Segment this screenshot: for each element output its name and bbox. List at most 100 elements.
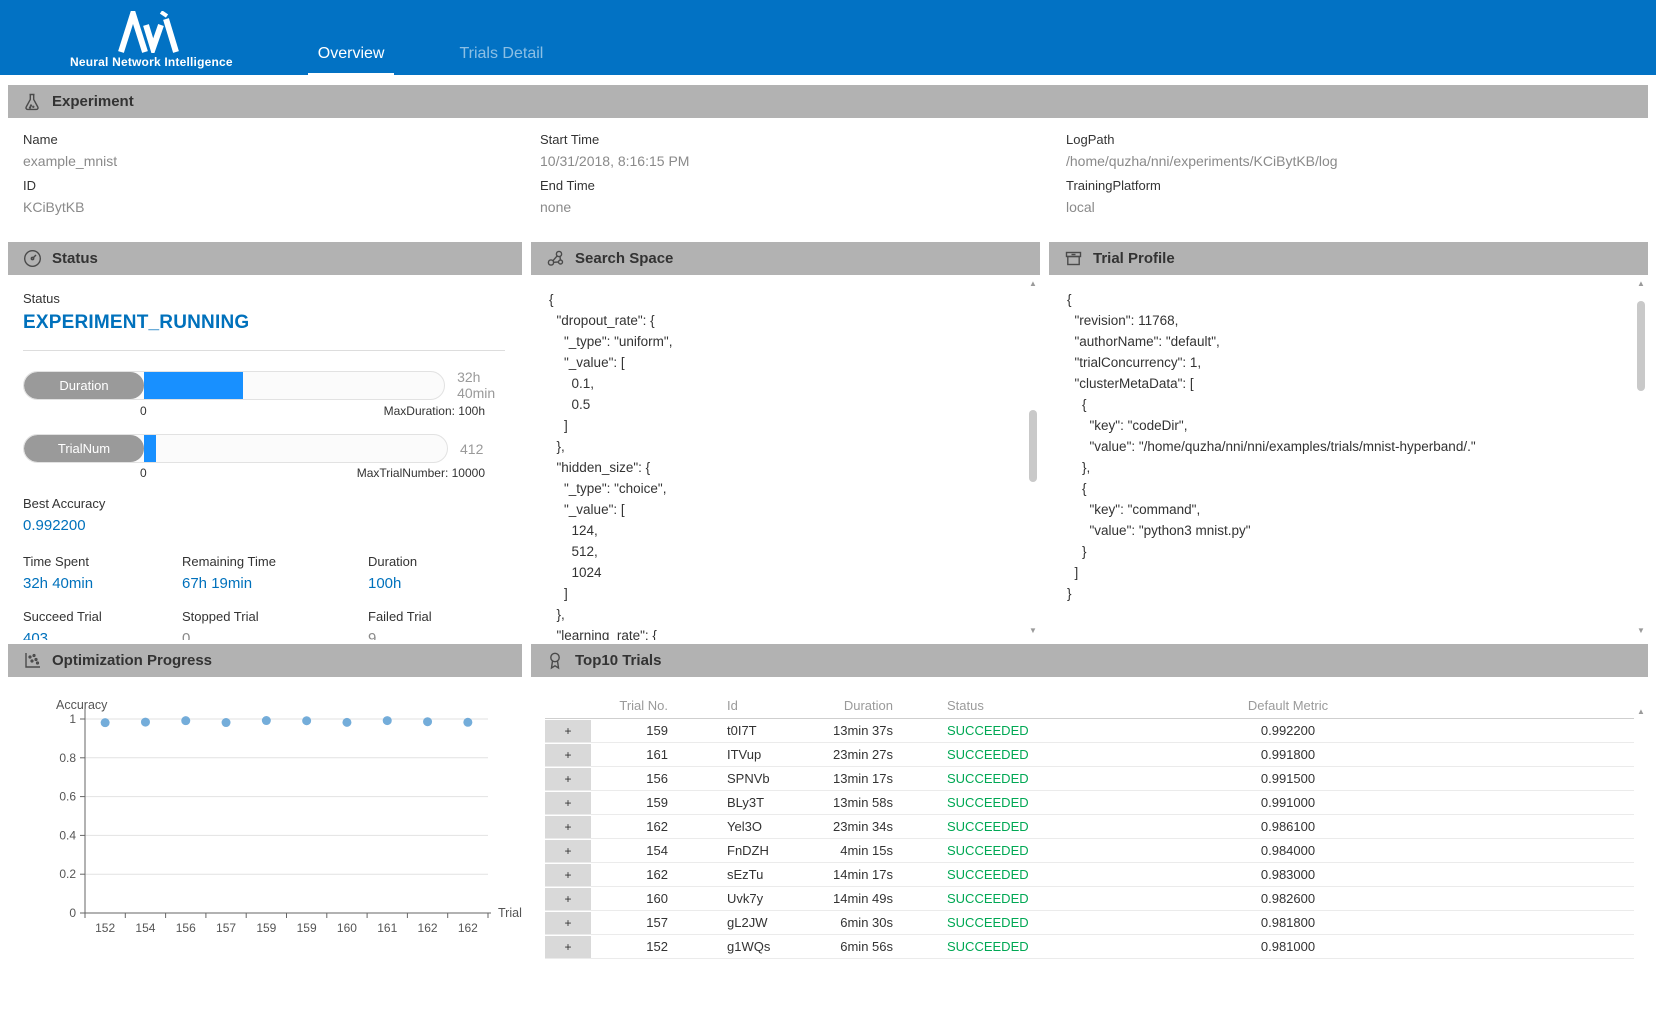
scatter-point[interactable]	[101, 718, 110, 727]
expand-cell: +	[545, 911, 591, 934]
id-value: KCiBytKB	[23, 199, 540, 215]
expand-row-button[interactable]: +	[545, 768, 591, 790]
cell-trial-no: 152	[591, 939, 668, 954]
expand-row-button[interactable]: +	[545, 744, 591, 766]
scroll-down-icon[interactable]: ▼	[1634, 626, 1648, 636]
column-id: Id	[668, 698, 808, 713]
nni-logo	[118, 11, 184, 53]
cell-id: g1WQs	[668, 939, 808, 954]
training-platform-value: local	[1066, 199, 1648, 215]
cell-trial-no: 154	[591, 843, 668, 858]
scatter-point[interactable]	[262, 716, 271, 725]
training-platform-label: TrainingPlatform	[1066, 178, 1648, 193]
scatter-point[interactable]	[342, 718, 351, 727]
x-tick-label: 154	[135, 921, 155, 935]
cell-duration: 13min 17s	[808, 771, 893, 786]
x-tick-label: 159	[297, 921, 317, 935]
scroll-up-icon[interactable]: ▲	[1634, 279, 1648, 289]
optimization-title: Optimization Progress	[52, 652, 212, 669]
name-label: Name	[23, 132, 540, 147]
expand-cell: +	[545, 887, 591, 910]
stat-time-spent: Time Spent32h 40min	[23, 554, 182, 592]
trialnum-progress-value: 412	[460, 441, 483, 457]
scrollbar-thumb[interactable]	[1637, 301, 1645, 391]
cell-trial-no: 157	[591, 915, 668, 930]
table-row: +157gL2JW6min 30sSUCCEEDED0.981800	[545, 911, 1634, 935]
scatter-point[interactable]	[141, 718, 150, 727]
top10-table-body: +159t0I7T13min 37sSUCCEEDED0.992200+161I…	[545, 719, 1634, 959]
cell-default-metric: 0.991500	[1053, 771, 1523, 786]
tab-overview[interactable]: Overview	[308, 45, 395, 75]
scatter-point[interactable]	[302, 716, 311, 725]
scatter-point[interactable]	[463, 718, 472, 727]
scroll-up-icon[interactable]: ▲	[1026, 279, 1040, 289]
scroll-down-icon[interactable]: ▼	[1026, 626, 1040, 636]
search-space-scrollbar[interactable]: ▲ ▼	[1026, 275, 1040, 640]
cell-duration: 6min 30s	[808, 915, 893, 930]
cell-duration: 13min 37s	[808, 723, 893, 738]
search-space-json: { "dropout_rate": { "_type": "uniform", …	[549, 289, 1040, 640]
expand-row-button[interactable]: +	[545, 864, 591, 886]
stat-label: Succeed Trial	[23, 609, 182, 624]
x-axis-label: Trial	[498, 906, 522, 920]
cell-id: SPNVb	[668, 771, 808, 786]
y-tick-label: 0	[69, 906, 76, 920]
scatter-point[interactable]	[423, 717, 432, 726]
scatter-point[interactable]	[383, 716, 392, 725]
x-tick-label: 152	[95, 921, 115, 935]
cell-default-metric: 0.982600	[1053, 891, 1523, 906]
medal-icon	[545, 651, 565, 671]
start-time-label: Start Time	[540, 132, 1066, 147]
expand-cell: +	[545, 815, 591, 838]
scatter-chart-icon	[22, 651, 42, 671]
table-row: +152g1WQs6min 56sSUCCEEDED0.981000	[545, 935, 1634, 959]
stat-value: 32h 40min	[23, 575, 182, 592]
expand-row-button[interactable]: +	[545, 816, 591, 838]
id-label: ID	[23, 178, 540, 193]
trial-profile-panel: Trial Profile { "revision": 11768, "auth…	[1049, 242, 1648, 640]
cell-trial-no: 159	[591, 795, 668, 810]
stat-value: 9	[368, 630, 522, 640]
logpath-value: /home/quzha/nni/experiments/KCiBytKB/log	[1066, 153, 1648, 169]
column-default-metric: Default Metric	[1053, 698, 1523, 713]
trial-profile-scrollbar[interactable]: ▲ ▼	[1634, 275, 1648, 640]
expand-row-button[interactable]: +	[545, 840, 591, 862]
cell-default-metric: 0.986100	[1053, 819, 1523, 834]
expand-row-button[interactable]: +	[545, 792, 591, 814]
cell-status: SUCCEEDED	[893, 843, 1053, 858]
cell-duration: 13min 58s	[808, 795, 893, 810]
top10-title: Top10 Trials	[575, 652, 661, 669]
table-row: +161ITVup23min 27sSUCCEEDED0.991800	[545, 743, 1634, 767]
nni-brand: Neural Network Intelligence	[70, 11, 233, 69]
duration-progress-fill	[144, 372, 243, 399]
molecule-icon	[545, 249, 565, 269]
stat-remaining-time: Remaining Time67h 19min	[182, 554, 368, 592]
y-tick-label: 0.8	[59, 751, 76, 765]
y-tick-label: 0.2	[59, 867, 76, 881]
stat-label: Duration	[368, 554, 522, 569]
stat-label: Stopped Trial	[182, 609, 368, 624]
cell-default-metric: 0.983000	[1053, 867, 1523, 882]
scroll-up-icon[interactable]: ▲	[1634, 707, 1648, 717]
status-field-value: EXPERIMENT_RUNNING	[23, 312, 522, 334]
expand-row-button[interactable]: +	[545, 720, 591, 742]
scatter-point[interactable]	[181, 716, 190, 725]
stat-duration: Duration 100h	[368, 554, 522, 592]
cell-id: Uvk7y	[668, 891, 808, 906]
duration-progress: Duration 32h 40min 0 MaxDuration: 100h	[23, 369, 522, 420]
tab-trials-detail[interactable]: Trials Detail	[449, 45, 553, 75]
scatter-point[interactable]	[222, 718, 231, 727]
cell-default-metric: 0.981800	[1053, 915, 1523, 930]
table-row: +156SPNVb13min 17sSUCCEEDED0.991500	[545, 767, 1634, 791]
scrollbar-thumb[interactable]	[1029, 410, 1037, 482]
expand-row-button[interactable]: +	[545, 888, 591, 910]
expand-row-button[interactable]: +	[545, 912, 591, 934]
expand-row-button[interactable]: +	[545, 936, 591, 958]
top10-scrollbar[interactable]: ▲ ▼	[1634, 677, 1648, 1030]
stat-value: 0	[182, 630, 368, 640]
search-space-title: Search Space	[575, 250, 673, 267]
y-tick-label: 0.4	[59, 828, 76, 842]
cell-trial-no: 161	[591, 747, 668, 762]
trial-profile-header: Trial Profile	[1049, 242, 1648, 275]
stat-value: 100h	[368, 575, 522, 592]
